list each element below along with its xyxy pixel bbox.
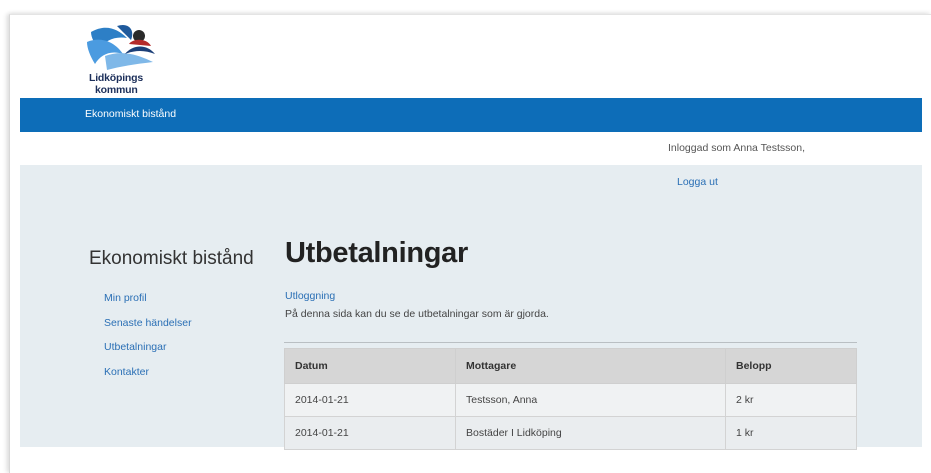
logo-text-line1: Lidköpings	[89, 72, 143, 84]
table-divider	[284, 342, 857, 343]
sidebar-menu: Min profil Senaste händelser Utbetalning…	[104, 288, 192, 386]
cell-belopp: 1 kr	[725, 416, 857, 450]
logout-link[interactable]: Logga ut	[677, 176, 718, 188]
municipality-logo[interactable]: Lidköpings kommun	[77, 20, 177, 96]
logged-in-status: Inloggad som Anna Testsson,	[668, 142, 805, 154]
table-header-row: Datum Mottagare Belopp	[284, 348, 857, 384]
cell-mottagare: Testsson, Anna	[455, 383, 726, 417]
cell-datum: 2014-01-21	[284, 416, 456, 450]
cell-datum: 2014-01-21	[284, 383, 456, 417]
logo-text-line2: kommun	[95, 84, 138, 96]
nav-link-ekonomiskt-bistand[interactable]: Ekonomiskt bistånd	[85, 108, 176, 120]
utloggning-link[interactable]: Utloggning	[285, 290, 335, 302]
cell-mottagare: Bostäder I Lidköping	[455, 416, 726, 450]
sidebar-link-senaste-handelser[interactable]: Senaste händelser	[104, 317, 192, 329]
sidebar-link-min-profil[interactable]: Min profil	[104, 292, 147, 304]
page-description: På denna sida kan du se de utbetalningar…	[285, 308, 549, 320]
sidebar-link-kontakter[interactable]: Kontakter	[104, 366, 149, 378]
payments-table: Datum Mottagare Belopp 2014-01-21 Testss…	[284, 348, 857, 450]
sidebar-item-kontakter: Kontakter	[104, 362, 192, 387]
table-row: 2014-01-21 Bostäder I Lidköping 1 kr	[284, 416, 857, 450]
sidebar-title: Ekonomiskt bistånd	[89, 248, 254, 269]
cell-belopp: 2 kr	[725, 383, 857, 417]
sidebar-item-min-profil: Min profil	[104, 288, 192, 313]
column-header-mottagare: Mottagare	[455, 348, 726, 384]
logo-emblem-icon	[87, 24, 155, 70]
top-navbar: Ekonomiskt bistånd	[20, 98, 922, 132]
column-header-belopp: Belopp	[725, 348, 857, 384]
column-header-datum: Datum	[284, 348, 456, 384]
table-row: 2014-01-21 Testsson, Anna 2 kr	[284, 383, 857, 417]
sidebar-link-utbetalningar[interactable]: Utbetalningar	[104, 341, 166, 353]
sidebar-item-utbetalningar: Utbetalningar	[104, 337, 192, 362]
page-title: Utbetalningar	[285, 237, 469, 269]
sidebar-item-senaste-handelser: Senaste händelser	[104, 313, 192, 338]
